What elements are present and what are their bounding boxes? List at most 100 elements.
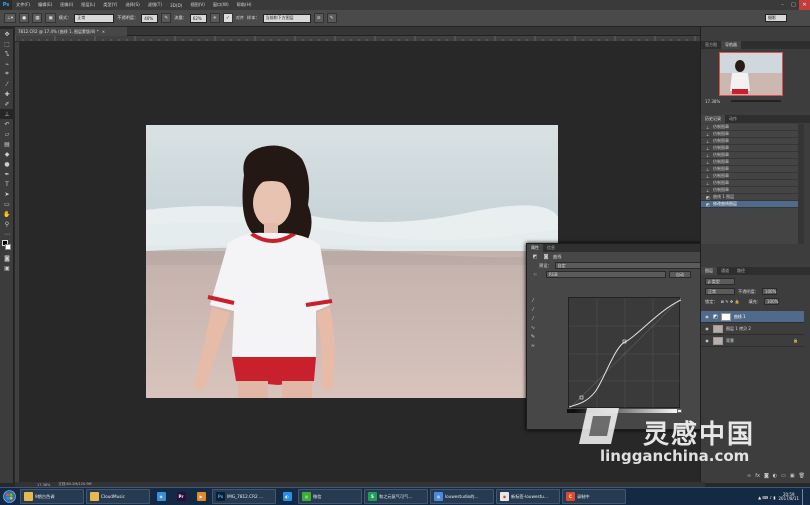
tab-navigator[interactable]: 导航器 <box>721 41 741 49</box>
fx-icon[interactable]: fx <box>755 473 760 482</box>
dodge-tool-icon[interactable]: ● <box>0 159 14 169</box>
lock-icons[interactable]: ⊠ ✎ ✥ 🔒 <box>721 299 740 304</box>
rectangle-tool-icon[interactable]: ▭ <box>0 199 14 209</box>
quick-select-tool-icon[interactable]: ⌁ <box>0 59 14 69</box>
navigator-preview[interactable] <box>719 52 783 96</box>
mode-select[interactable]: 正常 <box>74 13 115 23</box>
crop-tool-icon[interactable]: ⌗ <box>0 69 14 79</box>
maximize-button[interactable]: □ <box>788 0 799 10</box>
curve-point-icon[interactable]: ∿ <box>529 323 537 332</box>
move-tool-icon[interactable]: ✥ <box>0 29 14 39</box>
hand-tool-icon[interactable]: ✋ <box>0 209 14 219</box>
history-brush-tool-icon[interactable]: ↶ <box>0 119 14 129</box>
target-adjust-icon[interactable]: ☜ <box>531 270 539 279</box>
airbrush-icon[interactable]: ✈ <box>209 13 220 23</box>
pencil-curve-icon[interactable]: ✎ <box>529 332 537 341</box>
layer-opacity-input[interactable]: 100% <box>761 288 777 295</box>
pressure-opacity-icon[interactable]: ✎ <box>161 13 172 23</box>
ignore-adjustment-icon[interactable]: ⊘ <box>313 13 324 23</box>
eyedropper-tool-icon[interactable]: ⁄ <box>0 79 14 89</box>
menu-edit[interactable]: 编辑(E) <box>34 2 56 8</box>
screen-mode-icon[interactable]: ▣ <box>0 263 14 273</box>
clone-source-panel-toggle[interactable]: ▣ <box>45 13 56 23</box>
taskbar-item-qq[interactable]: ◐ <box>278 489 296 504</box>
layer-mask-icon[interactable]: ◙ <box>542 252 550 261</box>
workspace-select[interactable]: 摄影 <box>765 14 787 22</box>
menu-type[interactable]: 类型(Y) <box>99 2 121 8</box>
type-tool-icon[interactable]: T <box>0 179 14 189</box>
history-scrollbar[interactable] <box>798 124 804 244</box>
menu-3d[interactable]: 3D(D) <box>166 3 186 8</box>
show-desktop-button[interactable] <box>802 489 806 505</box>
new-layer-icon[interactable]: ▣ <box>790 473 795 482</box>
menu-filter[interactable]: 滤镜(T) <box>144 2 166 8</box>
eye-icon[interactable]: ◉ <box>704 338 710 343</box>
history-item[interactable]: ⊥ 仿制图章 <box>701 187 798 194</box>
brush-size-picker[interactable]: ● <box>19 13 30 23</box>
menu-help[interactable]: 帮助(H) <box>233 2 256 8</box>
gradient-tool-icon[interactable]: ▤ <box>0 139 14 149</box>
pen-tool-icon[interactable]: ✒ <box>0 169 14 179</box>
tray-icons[interactable]: ▲ ⌨ ♪ ▮ <box>758 495 775 500</box>
taskbar-item-chrome[interactable]: ◉ 新标签-louwestu... <box>496 489 560 504</box>
navigator-zoom[interactable]: 17.38% <box>705 99 720 104</box>
fill-input[interactable]: 100% <box>764 298 780 305</box>
black-slider[interactable] <box>567 409 573 413</box>
tab-histogram[interactable]: 直方图 <box>701 41 721 49</box>
navigator-zoom-slider[interactable] <box>731 100 781 102</box>
clone-stamp-preset-picker[interactable]: ⊥▾ <box>4 13 17 23</box>
history-item[interactable]: ⊥ 仿制图章 <box>701 145 798 152</box>
minimize-button[interactable]: – <box>777 0 788 10</box>
menu-image[interactable]: 图像(I) <box>56 2 77 8</box>
close-button[interactable]: ✕ <box>799 0 810 10</box>
sample-select[interactable]: 当前和下方图层 <box>262 13 311 23</box>
menu-view[interactable]: 视图(V) <box>186 2 209 8</box>
path-select-tool-icon[interactable]: ➤ <box>0 189 14 199</box>
history-item[interactable]: ⊥ 仿制图章 <box>701 180 798 187</box>
taskbar-item-network[interactable]: ◈ <box>152 489 170 504</box>
history-item[interactable]: ◩ 曲线 1 图层 <box>701 194 798 201</box>
black-point-eyedropper-icon[interactable]: ⁄ <box>529 296 537 305</box>
flow-input[interactable]: 62% <box>189 13 207 23</box>
tab-properties[interactable]: 属性 <box>527 244 543 252</box>
layer-kind-select[interactable]: ρ 类型 <box>705 278 735 285</box>
white-point-eyedropper-icon[interactable]: ⁄ <box>529 314 537 323</box>
history-item[interactable]: ⊥ 仿制图章 <box>701 166 798 173</box>
marquee-tool-icon[interactable]: ⬚ <box>0 39 14 49</box>
lasso-tool-icon[interactable]: ᔐ <box>0 49 14 59</box>
history-item[interactable]: ◩ 修改曲线图层 <box>701 201 798 208</box>
menu-file[interactable]: 文件(F) <box>12 2 34 8</box>
link-layers-icon[interactable]: ∞ <box>747 473 751 482</box>
brush-panel-toggle[interactable]: ▦ <box>32 13 43 23</box>
eye-icon[interactable]: ◉ <box>704 326 710 331</box>
white-slider[interactable] <box>677 409 682 413</box>
layer-copy-2[interactable]: ◉ 图层 1 拷贝 2 <box>701 323 804 335</box>
taskbar-item-recorder[interactable]: C 录制中 <box>562 489 626 504</box>
eye-icon[interactable]: ◉ <box>704 314 710 319</box>
taskbar-item-browser[interactable]: ◍ louwestudio的... <box>430 489 494 504</box>
taskbar-item-media[interactable]: ▶ <box>192 489 210 504</box>
add-mask-icon[interactable]: ◙ <box>764 473 769 482</box>
menu-window[interactable]: 窗口(W) <box>209 2 233 8</box>
layer-blend-select[interactable]: 正常 <box>705 288 735 295</box>
adjustment-layer-icon[interactable]: ◐ <box>773 473 777 482</box>
layer-curves-1[interactable]: ◉ ◩ 曲线 1 <box>701 311 804 323</box>
taskbar-item-premiere[interactable]: Pr <box>172 489 190 504</box>
auto-button[interactable]: 自动 <box>669 271 691 278</box>
pressure-size-icon[interactable]: ✎ <box>326 13 337 23</box>
eraser-tool-icon[interactable]: ▱ <box>0 129 14 139</box>
blur-tool-icon[interactable]: ◆ <box>0 149 14 159</box>
tab-paths[interactable]: 路径 <box>733 267 749 275</box>
delete-layer-icon[interactable]: 🗑 <box>799 473 805 482</box>
tab-layers[interactable]: 图层 <box>701 267 717 275</box>
history-item[interactable]: ⊥ 仿制图章 <box>701 131 798 138</box>
zoom-tool-icon[interactable]: ⚲ <box>0 219 14 229</box>
clock-date[interactable]: 2017/8/11 <box>778 496 799 501</box>
opacity-input[interactable]: 40% <box>141 13 159 23</box>
history-item[interactable]: ⊥ 仿制图章 <box>701 152 798 159</box>
history-item[interactable]: ⊥ 仿制图章 <box>701 173 798 180</box>
taskbar-item-sheet[interactable]: S 和之元氛气可气... <box>364 489 428 504</box>
align-checkbox[interactable]: ✓ <box>222 13 233 23</box>
gray-point-eyedropper-icon[interactable]: ⁄ <box>529 305 537 314</box>
taskbar-item-folder[interactable]: CloudMusic <box>86 489 150 504</box>
